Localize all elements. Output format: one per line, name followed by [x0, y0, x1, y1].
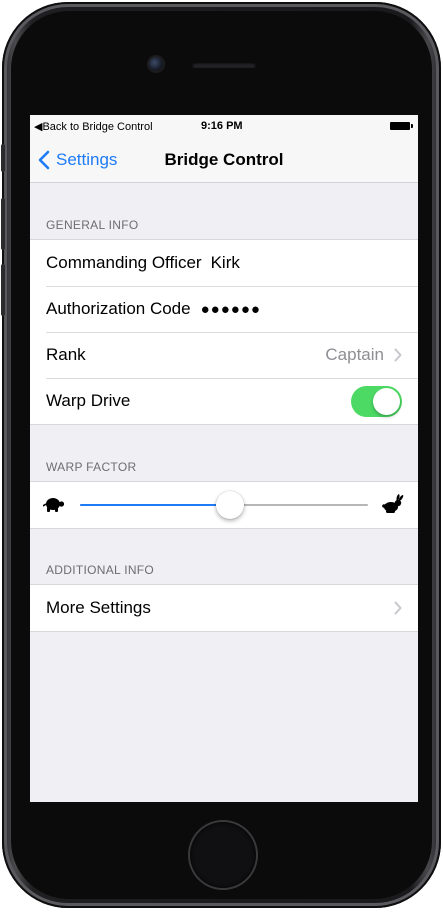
authorization-code-label: Authorization Code — [46, 299, 191, 318]
warp-drive-control — [351, 378, 402, 424]
general-info-header: GENERAL INFO — [46, 218, 139, 232]
volume-down-button — [1, 264, 5, 316]
rank-label: Rank — [46, 345, 86, 364]
mute-switch — [1, 144, 5, 172]
rank-row[interactable]: Rank Captain — [30, 332, 418, 378]
additional-info-group: More Settings — [30, 584, 418, 632]
chevron-right-icon — [394, 601, 402, 615]
page-title: Bridge Control — [164, 150, 284, 169]
commanding-officer-row[interactable]: Commanding Officer Kirk — [30, 240, 418, 286]
rabbit-icon — [382, 494, 404, 513]
status-bar: ◀Back to Bridge Control 9:16 PM — [30, 115, 418, 137]
volume-up-button — [1, 198, 5, 250]
screen: ◀Back to Bridge Control 9:16 PM Settings… — [30, 115, 418, 802]
home-button[interactable] — [190, 822, 256, 888]
status-time: 9:16 PM — [201, 120, 243, 132]
rank-detail: Captain — [325, 332, 402, 378]
general-info-group: Commanding Officer Kirk Authorization Co… — [30, 239, 418, 425]
warp-drive-label: Warp Drive — [46, 391, 131, 410]
more-settings-label: More Settings — [46, 598, 151, 617]
commanding-officer-value: Kirk — [210, 253, 240, 272]
authorization-code-field[interactable]: ●●●●●● — [201, 301, 261, 318]
authorization-code-row[interactable]: Authorization Code ●●●●●● — [30, 286, 418, 332]
toggle-knob — [373, 387, 400, 415]
chevron-right-icon — [394, 348, 402, 362]
warp-drive-toggle[interactable] — [351, 385, 402, 417]
warp-drive-row: Warp Drive — [30, 378, 418, 424]
more-settings-detail — [384, 585, 402, 631]
slider-thumb[interactable] — [215, 491, 244, 519]
additional-info-header: ADDITIONAL INFO — [46, 563, 155, 577]
slider-fill — [80, 504, 230, 506]
battery-full-icon — [390, 122, 413, 130]
back-to-app-link[interactable]: ◀Back to Bridge Control — [34, 120, 153, 133]
warp-factor-group — [30, 481, 418, 529]
warp-factor-slider-row — [30, 482, 418, 528]
earpiece-speaker — [192, 62, 256, 68]
more-settings-row[interactable]: More Settings — [30, 585, 418, 631]
tortoise-icon — [43, 498, 65, 512]
front-camera — [149, 57, 163, 71]
navigation-bar: Settings Bridge Control — [30, 137, 418, 183]
commanding-officer-label: Commanding Officer — [46, 253, 202, 272]
rank-value: Captain — [325, 345, 384, 364]
warp-factor-header: WARP FACTOR — [46, 460, 137, 474]
warp-factor-slider[interactable] — [80, 491, 368, 519]
